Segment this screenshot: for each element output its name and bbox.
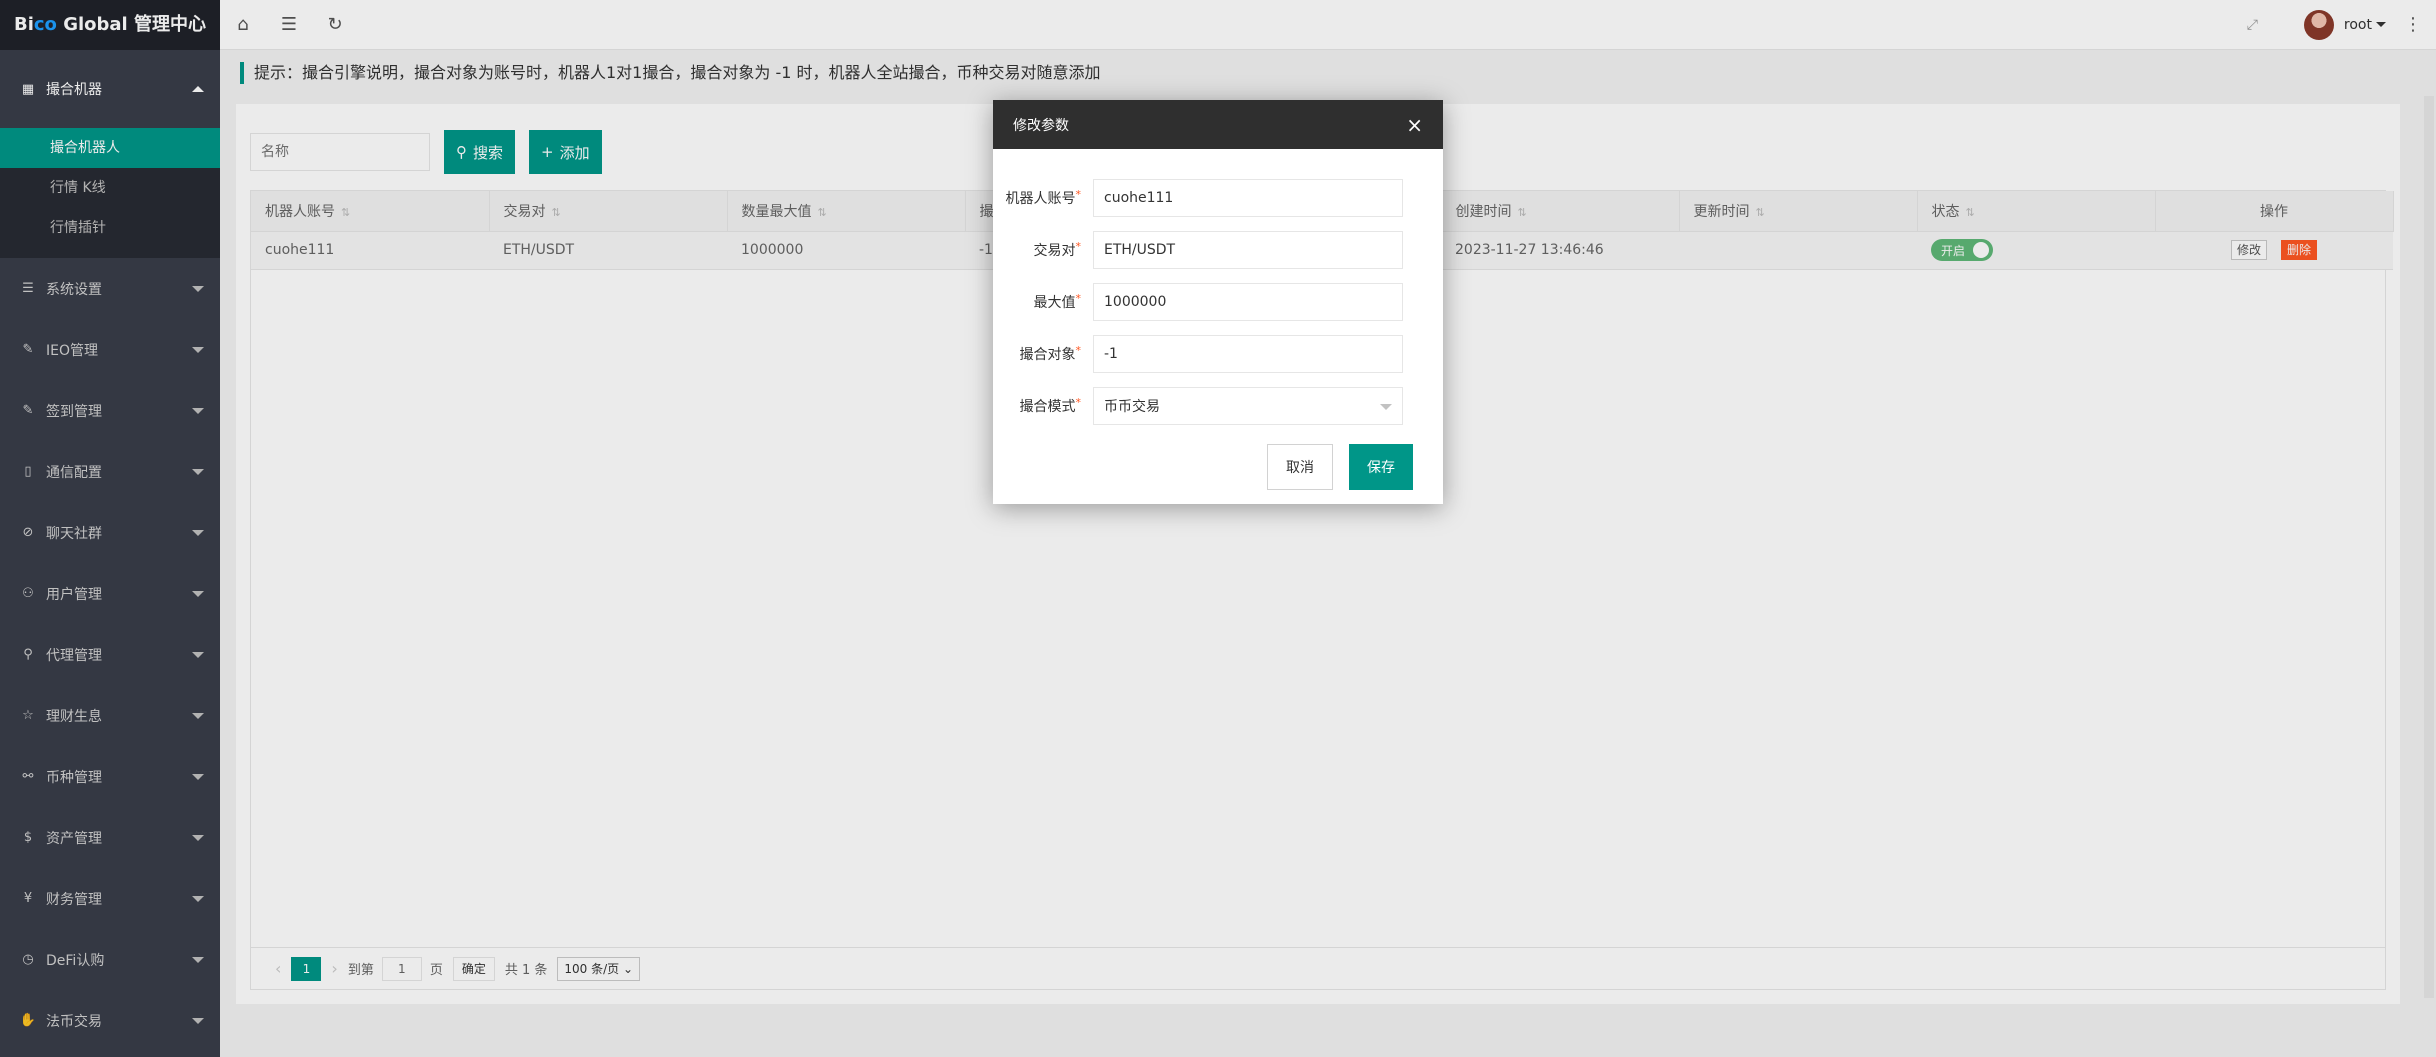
required-mark: * [1075, 292, 1082, 305]
form-row-pair: 交易对* ETH/USDT [993, 231, 1443, 269]
close-icon[interactable]: × [1406, 113, 1423, 137]
form-label: 最大值* [993, 292, 1093, 312]
account-field[interactable]: cuohe111 [1093, 179, 1403, 217]
form-label-text: 最大值 [1033, 295, 1076, 311]
form-label: 撮合对象* [993, 344, 1093, 364]
modal-title: 修改参数 [1013, 117, 1069, 134]
max-field[interactable]: 1000000 [1093, 283, 1403, 321]
mode-select-value: 币币交易 [1104, 399, 1160, 415]
required-mark: * [1075, 240, 1082, 253]
cancel-button[interactable]: 取消 [1267, 444, 1333, 490]
form-row-max: 最大值* 1000000 [993, 283, 1443, 321]
edit-params-modal: 修改参数 × 机器人账号* cuohe111 交易对* ETH/USDT 最大值… [993, 100, 1443, 504]
modal-form: 机器人账号* cuohe111 交易对* ETH/USDT 最大值* 10000… [993, 179, 1443, 425]
mode-select[interactable]: 币币交易 [1093, 387, 1403, 425]
form-label: 撮合模式* [993, 396, 1093, 416]
form-label-text: 撮合模式 [1019, 399, 1076, 415]
form-label: 交易对* [993, 240, 1093, 260]
form-row-mode: 撮合模式* 币币交易 [993, 387, 1443, 425]
form-label-text: 撮合对象 [1019, 347, 1076, 363]
modal-actions: 取消 保存 [1267, 444, 1413, 490]
form-label-text: 机器人账号 [1005, 191, 1076, 207]
form-label-text: 交易对 [1033, 243, 1076, 259]
modal-header: 修改参数 × [993, 100, 1443, 149]
required-mark: * [1075, 396, 1082, 409]
chevron-down-icon [1380, 404, 1392, 410]
form-label: 机器人账号* [993, 188, 1093, 208]
required-mark: * [1075, 188, 1082, 201]
target-field[interactable]: -1 [1093, 335, 1403, 373]
required-mark: * [1075, 344, 1082, 357]
form-row-target: 撮合对象* -1 [993, 335, 1443, 373]
form-row-account: 机器人账号* cuohe111 [993, 179, 1443, 217]
save-button[interactable]: 保存 [1349, 444, 1413, 490]
pair-field[interactable]: ETH/USDT [1093, 231, 1403, 269]
